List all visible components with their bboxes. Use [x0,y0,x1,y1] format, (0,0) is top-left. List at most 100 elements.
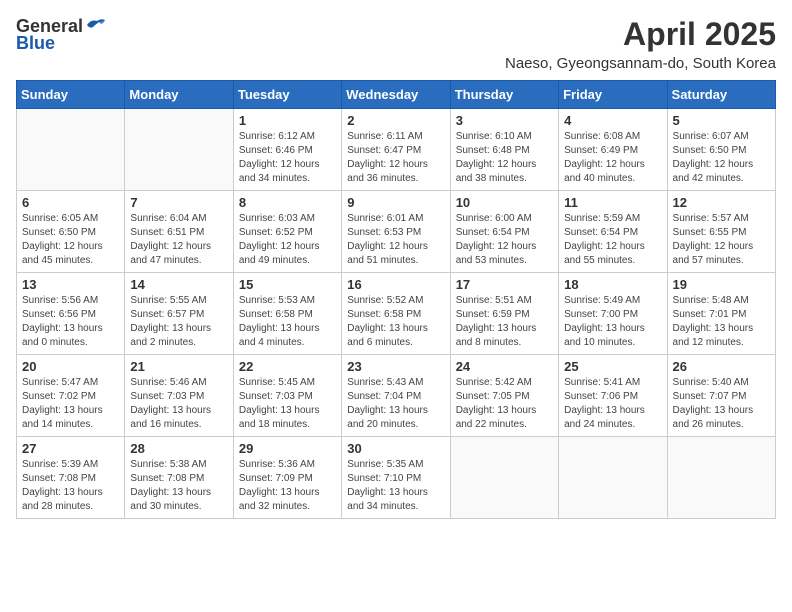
day-info: Sunrise: 5:56 AM Sunset: 6:56 PM Dayligh… [22,294,119,350]
calendar-cell: 17 Sunrise: 5:51 AM Sunset: 6:59 PM Dayli… [450,273,558,355]
calendar-cell: 12Sunrise: 5:57 AM Sunset: 6:55 PM Dayli… [667,191,775,273]
calendar-week-row: 27Sunrise: 5:39 AM Sunset: 7:08 PM Dayli… [17,437,776,519]
calendar-cell: 6 Sunrise: 6:05 AM Sunset: 6:50 PM Daylig… [17,191,125,273]
day-number: 13 [22,277,119,292]
calendar-cell: 13 Sunrise: 5:56 AM Sunset: 6:56 PM Dayli… [17,273,125,355]
calendar-cell: 27Sunrise: 5:39 AM Sunset: 7:08 PM Dayli… [17,437,125,519]
day-number: 2 [347,113,444,128]
day-info: Sunrise: 5:35 AM Sunset: 7:10 PM Dayligh… [347,458,444,514]
day-number: 11 [564,195,661,210]
calendar-cell [559,437,667,519]
calendar-week-row: 13 Sunrise: 5:56 AM Sunset: 6:56 PM Dayli… [17,273,776,355]
calendar-header-sunday: Sunday [17,81,125,109]
calendar-cell: 15 Sunrise: 5:53 AM Sunset: 6:58 PM Dayli… [233,273,341,355]
day-number: 23 [347,359,444,374]
day-info: Sunrise: 5:48 AM Sunset: 7:01 PM Dayligh… [673,294,770,350]
day-number: 1 [239,113,336,128]
calendar-cell: 4 Sunrise: 6:08 AM Sunset: 6:49 PM Daylig… [559,109,667,191]
calendar-cell: 18 Sunrise: 5:49 AM Sunset: 7:00 PM Dayli… [559,273,667,355]
calendar-header-friday: Friday [559,81,667,109]
day-info: Sunrise: 5:47 AM Sunset: 7:02 PM Dayligh… [22,376,119,432]
day-number: 18 [564,277,661,292]
day-number: 16 [347,277,444,292]
calendar-cell: 21 Sunrise: 5:46 AM Sunset: 7:03 PM Dayli… [125,355,233,437]
header: General Blue April 2025 Naeso, Gyeongsan… [16,16,776,72]
day-info: Sunrise: 5:36 AM Sunset: 7:09 PM Dayligh… [239,458,336,514]
day-info: Sunrise: 5:43 AM Sunset: 7:04 PM Dayligh… [347,376,444,432]
calendar-cell: 28 Sunrise: 5:38 AM Sunset: 7:08 PM Dayli… [125,437,233,519]
calendar-header-saturday: Saturday [667,81,775,109]
day-info: Sunrise: 5:53 AM Sunset: 6:58 PM Dayligh… [239,294,336,350]
day-info: Sunrise: 5:40 AM Sunset: 7:07 PM Dayligh… [673,376,770,432]
logo-blue: Blue [16,33,55,54]
day-number: 5 [673,113,770,128]
day-number: 26 [673,359,770,374]
day-number: 14 [130,277,227,292]
day-number: 7 [130,195,227,210]
calendar-header-thursday: Thursday [450,81,558,109]
day-info: Sunrise: 5:45 AM Sunset: 7:03 PM Dayligh… [239,376,336,432]
day-info: Sunrise: 6:01 AM Sunset: 6:53 PM Dayligh… [347,212,444,268]
page-subtitle: Naeso, Gyeongsannam-do, South Korea [505,55,776,72]
day-number: 28 [130,441,227,456]
day-number: 24 [456,359,553,374]
calendar-cell [125,109,233,191]
day-info: Sunrise: 5:38 AM Sunset: 7:08 PM Dayligh… [130,458,227,514]
calendar-cell: 24 Sunrise: 5:42 AM Sunset: 7:05 PM Dayli… [450,355,558,437]
calendar-header-row: SundayMondayTuesdayWednesdayThursdayFrid… [17,81,776,109]
calendar-cell: 8Sunrise: 6:03 AM Sunset: 6:52 PM Daylig… [233,191,341,273]
day-info: Sunrise: 5:49 AM Sunset: 7:00 PM Dayligh… [564,294,661,350]
calendar-cell: 2Sunrise: 6:11 AM Sunset: 6:47 PM Daylig… [342,109,450,191]
day-number: 30 [347,441,444,456]
calendar-cell [450,437,558,519]
day-number: 22 [239,359,336,374]
day-number: 3 [456,113,553,128]
day-number: 19 [673,277,770,292]
day-info: Sunrise: 5:42 AM Sunset: 7:05 PM Dayligh… [456,376,553,432]
day-number: 21 [130,359,227,374]
calendar-cell [667,437,775,519]
calendar-cell: 30 Sunrise: 5:35 AM Sunset: 7:10 PM Dayli… [342,437,450,519]
calendar-week-row: 20 Sunrise: 5:47 AM Sunset: 7:02 PM Dayli… [17,355,776,437]
day-info: Sunrise: 6:05 AM Sunset: 6:50 PM Dayligh… [22,212,119,268]
calendar-cell: 10 Sunrise: 6:00 AM Sunset: 6:54 PM Dayli… [450,191,558,273]
calendar-cell: 22 Sunrise: 5:45 AM Sunset: 7:03 PM Dayli… [233,355,341,437]
calendar-cell: 16Sunrise: 5:52 AM Sunset: 6:58 PM Dayli… [342,273,450,355]
day-info: Sunrise: 5:57 AM Sunset: 6:55 PM Dayligh… [673,212,770,268]
calendar-cell: 23 Sunrise: 5:43 AM Sunset: 7:04 PM Dayli… [342,355,450,437]
day-number: 6 [22,195,119,210]
calendar-week-row: 1 Sunrise: 6:12 AM Sunset: 6:46 PM Daylig… [17,109,776,191]
day-info: Sunrise: 6:12 AM Sunset: 6:46 PM Dayligh… [239,130,336,186]
calendar-cell: 25Sunrise: 5:41 AM Sunset: 7:06 PM Dayli… [559,355,667,437]
day-info: Sunrise: 5:59 AM Sunset: 6:54 PM Dayligh… [564,212,661,268]
day-number: 29 [239,441,336,456]
day-number: 27 [22,441,119,456]
calendar-cell: 3 Sunrise: 6:10 AM Sunset: 6:48 PM Daylig… [450,109,558,191]
calendar-cell: 1 Sunrise: 6:12 AM Sunset: 6:46 PM Daylig… [233,109,341,191]
day-info: Sunrise: 5:46 AM Sunset: 7:03 PM Dayligh… [130,376,227,432]
calendar-cell: 5 Sunrise: 6:07 AM Sunset: 6:50 PM Daylig… [667,109,775,191]
day-info: Sunrise: 5:51 AM Sunset: 6:59 PM Dayligh… [456,294,553,350]
day-info: Sunrise: 6:10 AM Sunset: 6:48 PM Dayligh… [456,130,553,186]
day-number: 25 [564,359,661,374]
day-number: 9 [347,195,444,210]
logo-bird-icon [85,17,107,33]
day-info: Sunrise: 6:08 AM Sunset: 6:49 PM Dayligh… [564,130,661,186]
day-info: Sunrise: 6:07 AM Sunset: 6:50 PM Dayligh… [673,130,770,186]
page-title: April 2025 [505,16,776,53]
calendar-cell: 14 Sunrise: 5:55 AM Sunset: 6:57 PM Dayli… [125,273,233,355]
day-number: 15 [239,277,336,292]
calendar-header-monday: Monday [125,81,233,109]
calendar-cell: 11 Sunrise: 5:59 AM Sunset: 6:54 PM Dayli… [559,191,667,273]
calendar-table: SundayMondayTuesdayWednesdayThursdayFrid… [16,80,776,519]
calendar-cell: 26 Sunrise: 5:40 AM Sunset: 7:07 PM Dayli… [667,355,775,437]
day-info: Sunrise: 5:55 AM Sunset: 6:57 PM Dayligh… [130,294,227,350]
day-number: 10 [456,195,553,210]
calendar-cell: 29 Sunrise: 5:36 AM Sunset: 7:09 PM Dayli… [233,437,341,519]
day-number: 17 [456,277,553,292]
day-info: Sunrise: 6:00 AM Sunset: 6:54 PM Dayligh… [456,212,553,268]
day-number: 4 [564,113,661,128]
day-number: 20 [22,359,119,374]
calendar-cell: 9 Sunrise: 6:01 AM Sunset: 6:53 PM Daylig… [342,191,450,273]
logo: General Blue [16,16,107,54]
